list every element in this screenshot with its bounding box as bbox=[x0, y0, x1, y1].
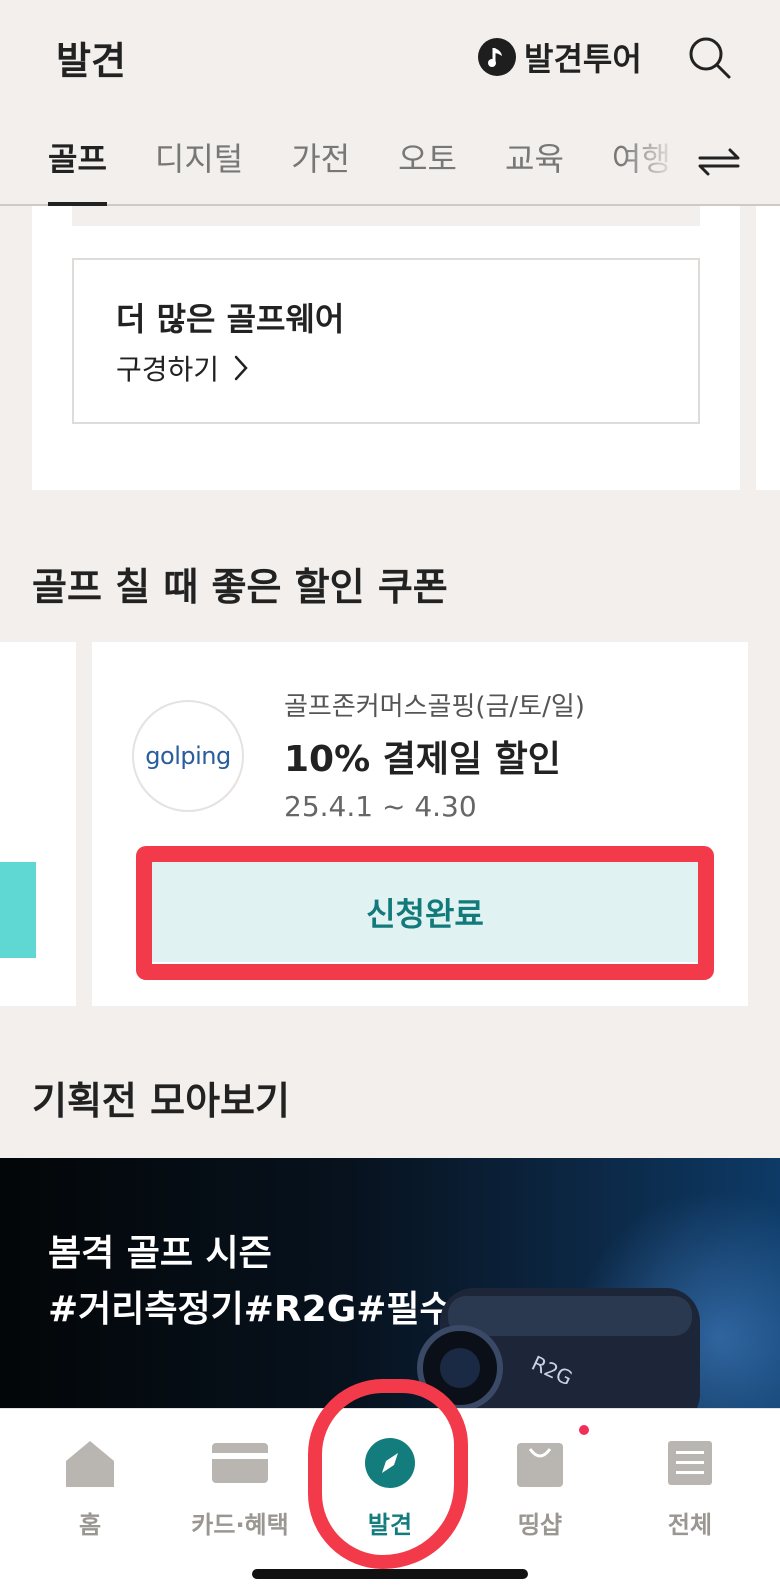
discover-tour-button[interactable]: 발견투어 bbox=[478, 34, 642, 80]
chevron-right-icon bbox=[234, 355, 248, 381]
tab-golf[interactable]: 골프 bbox=[48, 128, 107, 206]
more-golfwear-box[interactable]: 더 많은 골프웨어 구경하기 bbox=[72, 258, 700, 424]
tab-auto[interactable]: 오토 bbox=[398, 128, 457, 206]
bottom-navigation: 홈 카드·혜택 발견 띵샵 전체 bbox=[0, 1379, 780, 1594]
search-icon[interactable] bbox=[686, 34, 732, 80]
tab-education[interactable]: 교육 bbox=[505, 128, 564, 206]
card-icon bbox=[210, 1433, 270, 1493]
page-title: 발견 bbox=[56, 39, 126, 83]
coupon-benefit: 10% 결제일 할인 bbox=[284, 739, 561, 780]
home-icon bbox=[60, 1433, 120, 1493]
notification-badge bbox=[579, 1425, 589, 1435]
home-indicator bbox=[252, 1569, 528, 1579]
nav-card-label: 카드·혜택 bbox=[191, 1511, 289, 1539]
top-header: 발견 발견투어 골프 디지털 가전 오토 교육 여행 bbox=[0, 0, 780, 206]
product-strip-bottom bbox=[72, 206, 700, 226]
nav-discover[interactable]: 발견 bbox=[330, 1433, 450, 1540]
compass-icon bbox=[360, 1433, 420, 1493]
swap-arrows-icon[interactable] bbox=[694, 142, 744, 182]
coupon-section-title: 골프 칠 때 좋은 할인 쿠폰 bbox=[32, 565, 448, 609]
nav-all-label: 전체 bbox=[667, 1511, 713, 1539]
coupon-merchant: 골프존커머스골핑(금/토/일) bbox=[284, 692, 585, 722]
nav-shop[interactable]: 띵샵 bbox=[480, 1433, 600, 1540]
nav-home[interactable]: 홈 bbox=[30, 1433, 150, 1540]
nav-shop-label: 띵샵 bbox=[517, 1511, 563, 1539]
apply-complete-button[interactable]: 신청완료 bbox=[152, 862, 698, 962]
shopping-bag-icon bbox=[510, 1433, 570, 1493]
collection-section-title: 기획전 모아보기 bbox=[32, 1079, 290, 1123]
music-note-icon bbox=[478, 38, 516, 76]
browse-link[interactable]: 구경하기 bbox=[116, 348, 249, 388]
rangefinder-image: R2G bbox=[417, 1288, 700, 1408]
promo-banner[interactable]: 봄격 골프 시즌 #거리측정기#R2G#필수아이템 R2G bbox=[0, 1158, 780, 1408]
brand-logo: golping bbox=[132, 700, 244, 812]
nav-card-benefits[interactable]: 카드·혜택 bbox=[180, 1433, 300, 1540]
browse-link-label: 구경하기 bbox=[116, 353, 220, 386]
golf-wear-card: 더 많은 골프웨어 구경하기 bbox=[32, 206, 740, 490]
coupon-card: golping 골프존커머스골핑(금/토/일) 10% 결제일 할인 25.4.… bbox=[92, 642, 748, 1006]
nav-all[interactable]: 전체 bbox=[630, 1433, 750, 1540]
more-golfwear-title: 더 많은 골프웨어 bbox=[116, 300, 345, 338]
tab-digital[interactable]: 디지털 bbox=[155, 128, 243, 206]
tabs-fade bbox=[620, 128, 690, 204]
tab-appliance[interactable]: 가전 bbox=[291, 128, 350, 206]
next-card-edge bbox=[756, 206, 780, 490]
nav-discover-label: 발견 bbox=[367, 1511, 413, 1539]
menu-icon bbox=[660, 1433, 720, 1493]
category-tabs: 골프 디지털 가전 오토 교육 여행 bbox=[0, 128, 690, 206]
nav-home-label: 홈 bbox=[78, 1511, 102, 1539]
discover-tour-label: 발견투어 bbox=[524, 40, 642, 78]
banner-headline: 봄격 골프 시즌 bbox=[48, 1233, 272, 1274]
coupon-period: 25.4.1 ~ 4.30 bbox=[284, 790, 477, 823]
previous-coupon-button bbox=[0, 862, 36, 958]
